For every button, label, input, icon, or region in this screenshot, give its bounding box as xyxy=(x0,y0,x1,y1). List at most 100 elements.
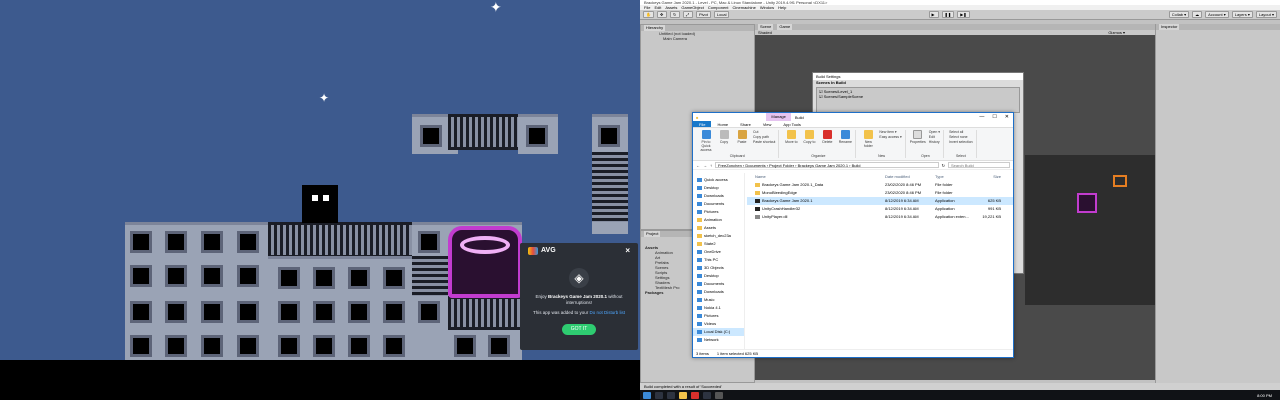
column-size[interactable]: Size xyxy=(975,173,1005,181)
nav-item[interactable]: Videos xyxy=(693,320,744,328)
shading-mode-dropdown[interactable]: Shaded xyxy=(758,30,772,35)
nav-item[interactable]: State2 xyxy=(693,240,744,248)
nav-item[interactable]: Pictures xyxy=(693,312,744,320)
drive-icon xyxy=(697,298,702,302)
nav-item[interactable]: 3D Objects xyxy=(693,264,744,272)
menu-window[interactable]: Window xyxy=(760,5,774,10)
maximize-icon[interactable]: ☐ xyxy=(992,114,996,120)
nav-item[interactable]: Quick access xyxy=(693,176,744,184)
pin-button[interactable]: Pin to Quick access xyxy=(699,130,713,152)
up-icon[interactable]: ↑ xyxy=(710,163,712,168)
easy-access-button[interactable]: Easy access ▾ xyxy=(879,135,901,140)
rename-button[interactable]: Rename xyxy=(838,130,852,144)
hand-tool-button[interactable]: ✋ xyxy=(643,11,654,18)
nav-item[interactable]: Assets xyxy=(693,224,744,232)
nav-item[interactable]: Downloads xyxy=(693,288,744,296)
column-type[interactable]: Type xyxy=(935,173,975,181)
nav-item[interactable]: Documents xyxy=(693,200,744,208)
search-icon[interactable] xyxy=(655,391,663,399)
move-tool-button[interactable]: ✥ xyxy=(656,11,667,18)
file-row[interactable]: Brackeys Game Jam 2020.1 8/12/2019 6:34 A… xyxy=(747,197,1013,205)
collab-button[interactable]: Collab ▾ xyxy=(1168,11,1190,18)
menu-cinemachine[interactable]: Cinemachine xyxy=(733,5,756,10)
play-button[interactable]: ▶ xyxy=(928,11,939,18)
pink-capsule-machine xyxy=(448,226,522,298)
ribbon-tab-file[interactable]: File xyxy=(693,121,712,127)
close-icon[interactable]: ✕ xyxy=(1005,114,1009,120)
unity-hub-icon[interactable] xyxy=(703,391,711,399)
layers-button[interactable]: Layers ▾ xyxy=(1231,11,1253,18)
nav-item[interactable]: Music xyxy=(693,296,744,304)
history-button[interactable]: History xyxy=(929,140,940,145)
menu-assets[interactable]: Assets xyxy=(665,5,677,10)
nav-item[interactable]: Downloads xyxy=(693,192,744,200)
nav-item[interactable]: Animation xyxy=(693,216,744,224)
pause-button[interactable]: ❚❚ xyxy=(941,11,955,18)
scene-entry[interactable]: ☑ Scenes/SampleScene xyxy=(819,94,1017,99)
path-input[interactable]: FreeZonchen › Documents › Project Folder… xyxy=(715,162,939,168)
column-name[interactable]: Name xyxy=(747,173,885,181)
tab-inspector[interactable]: Inspector xyxy=(1159,24,1180,30)
column-date[interactable]: Date modified xyxy=(885,173,935,181)
copy-to-button[interactable]: Copy to xyxy=(802,130,816,144)
menu-gameobject[interactable]: GameObject xyxy=(681,5,703,10)
task-view-icon[interactable] xyxy=(667,391,675,399)
gizmos-dropdown[interactable]: Gizmos ▾ xyxy=(1108,30,1125,35)
move-to-button[interactable]: Move to xyxy=(784,130,798,144)
local-button[interactable]: Local xyxy=(713,11,730,18)
file-row[interactable]: UnityPlayer.dll 8/12/2019 6:34 AM Applicat… xyxy=(747,213,1013,221)
layout-button[interactable]: Layout ▾ xyxy=(1255,11,1277,18)
paste-button[interactable]: Paste xyxy=(735,130,749,144)
pivot-button[interactable]: Pivot xyxy=(695,11,711,18)
search-input[interactable]: Search Build xyxy=(948,162,1010,168)
menu-component[interactable]: Component xyxy=(708,5,729,10)
step-button[interactable]: ▶❚ xyxy=(957,11,970,18)
rotate-tool-button[interactable]: ↻ xyxy=(669,11,680,18)
ribbon-group-label: Clipboard xyxy=(729,154,745,158)
got-it-button[interactable]: GOT IT xyxy=(562,324,596,335)
nav-item[interactable]: Pictures xyxy=(693,208,744,216)
ribbon-tab-app-tools[interactable]: App Tools xyxy=(777,121,807,127)
menu-help[interactable]: Help xyxy=(778,5,786,10)
chrome-icon[interactable] xyxy=(691,391,699,399)
scale-tool-button[interactable]: ⤢ xyxy=(682,11,693,18)
ribbon-tab-share[interactable]: Share xyxy=(734,121,757,127)
ribbon-tab-home[interactable]: Home xyxy=(711,121,734,127)
nav-item[interactable]: Documents xyxy=(693,280,744,288)
nav-item[interactable]: Desktop xyxy=(693,272,744,280)
paste-shortcut-button[interactable]: Paste shortcut xyxy=(753,140,775,145)
unity-icon[interactable] xyxy=(715,391,723,399)
copy-button[interactable]: Copy xyxy=(717,130,731,144)
new-folder-button[interactable]: New folder xyxy=(861,130,875,148)
back-icon[interactable]: ← xyxy=(696,163,700,168)
nav-item[interactable]: sketch_dec23a xyxy=(693,232,744,240)
nav-item[interactable]: OneDrive xyxy=(693,248,744,256)
invert-selection-button[interactable]: Invert selection xyxy=(949,140,973,145)
nav-item[interactable]: Nokia 4.1 xyxy=(693,304,744,312)
nav-item[interactable]: Desktop xyxy=(693,184,744,192)
refresh-icon[interactable]: ↻ xyxy=(942,163,945,168)
delete-button[interactable]: Delete xyxy=(820,130,834,144)
file-explorer-icon[interactable] xyxy=(679,391,687,399)
menu-file[interactable]: File xyxy=(644,5,650,10)
account-button[interactable]: Account ▾ xyxy=(1205,11,1229,18)
manage-tab[interactable]: Manage xyxy=(766,113,791,121)
file-row[interactable]: Brackeys Game Jam 2020.1_Data 23/02/2020 … xyxy=(747,181,1013,189)
hierarchy-item[interactable]: Main Camera xyxy=(641,36,754,41)
unity-icon: ◈ xyxy=(569,268,589,288)
forward-icon[interactable]: → xyxy=(703,163,707,168)
file-row[interactable]: UnityCrashHandler32 8/12/2019 6:34 AM Appl… xyxy=(747,205,1013,213)
properties-button[interactable]: Properties xyxy=(910,130,926,144)
nav-item[interactable]: Network xyxy=(693,336,744,344)
tab-project[interactable]: Project xyxy=(644,231,661,237)
close-icon[interactable]: × xyxy=(625,246,630,255)
ribbon-tab-view[interactable]: View xyxy=(757,121,778,127)
nav-item[interactable]: Local Disk (C:) xyxy=(693,328,744,336)
minimize-icon[interactable]: — xyxy=(979,114,984,120)
file-row[interactable]: MonoBleedingEdge 23/02/2020 8:46 PM File f… xyxy=(747,189,1013,197)
do-not-disturb-link[interactable]: Do not Disturb list xyxy=(590,310,626,315)
cloud-icon[interactable]: ☁ xyxy=(1192,11,1203,18)
nav-item[interactable]: This PC xyxy=(693,256,744,264)
windows-start-icon[interactable] xyxy=(643,391,651,399)
menu-edit[interactable]: Edit xyxy=(654,5,661,10)
